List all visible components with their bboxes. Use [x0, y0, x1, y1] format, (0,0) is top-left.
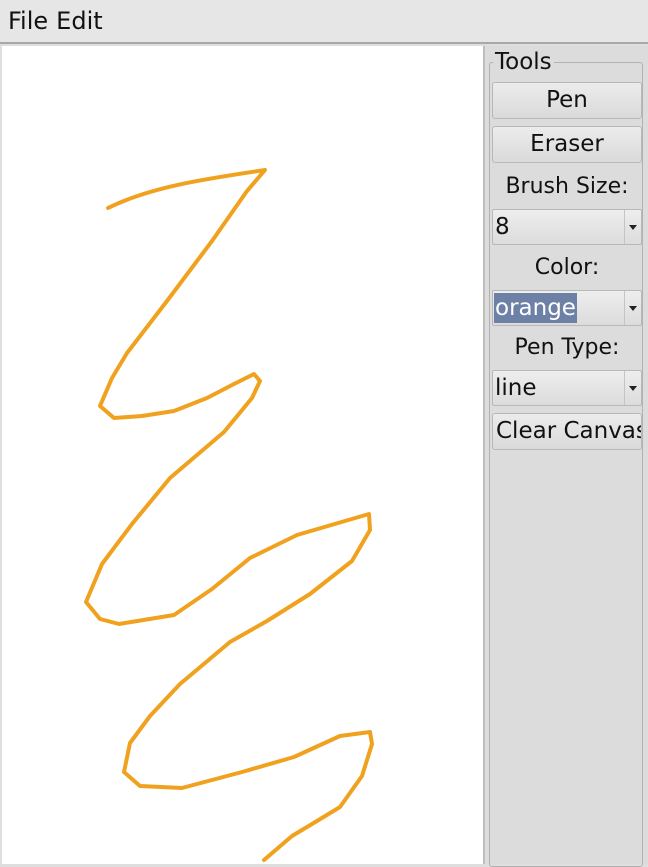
menu-bar: File Edit — [0, 0, 648, 44]
eraser-button[interactable]: Eraser — [492, 126, 642, 163]
clear-canvas-button[interactable]: Clear Canvas — [492, 413, 642, 450]
drawing-canvas[interactable] — [2, 46, 485, 864]
chevron-down-icon[interactable] — [624, 371, 641, 405]
menu-edit[interactable]: Edit — [52, 0, 106, 43]
brush-size-select[interactable]: 8 — [492, 209, 642, 245]
tools-title: Tools — [493, 48, 554, 76]
chevron-down-icon[interactable] — [624, 291, 641, 325]
pen-button[interactable]: Pen — [492, 82, 642, 119]
canvas-drawing — [84, 168, 374, 862]
orange-stroke — [84, 168, 374, 862]
tools-panel: Tools Pen Eraser Brush Size: 8 Color: or… — [487, 46, 648, 867]
menu-file[interactable]: File — [0, 0, 52, 43]
color-select[interactable]: orange — [492, 290, 642, 326]
pen-type-label: Pen Type: — [514, 335, 620, 360]
brush-size-label: Brush Size: — [505, 174, 629, 199]
chevron-down-icon[interactable] — [624, 210, 641, 244]
pen-type-select[interactable]: line — [492, 370, 642, 406]
color-value: orange — [494, 293, 577, 323]
color-label: Color: — [534, 255, 600, 280]
pen-type-value: line — [495, 375, 537, 401]
brush-size-value: 8 — [495, 214, 510, 240]
